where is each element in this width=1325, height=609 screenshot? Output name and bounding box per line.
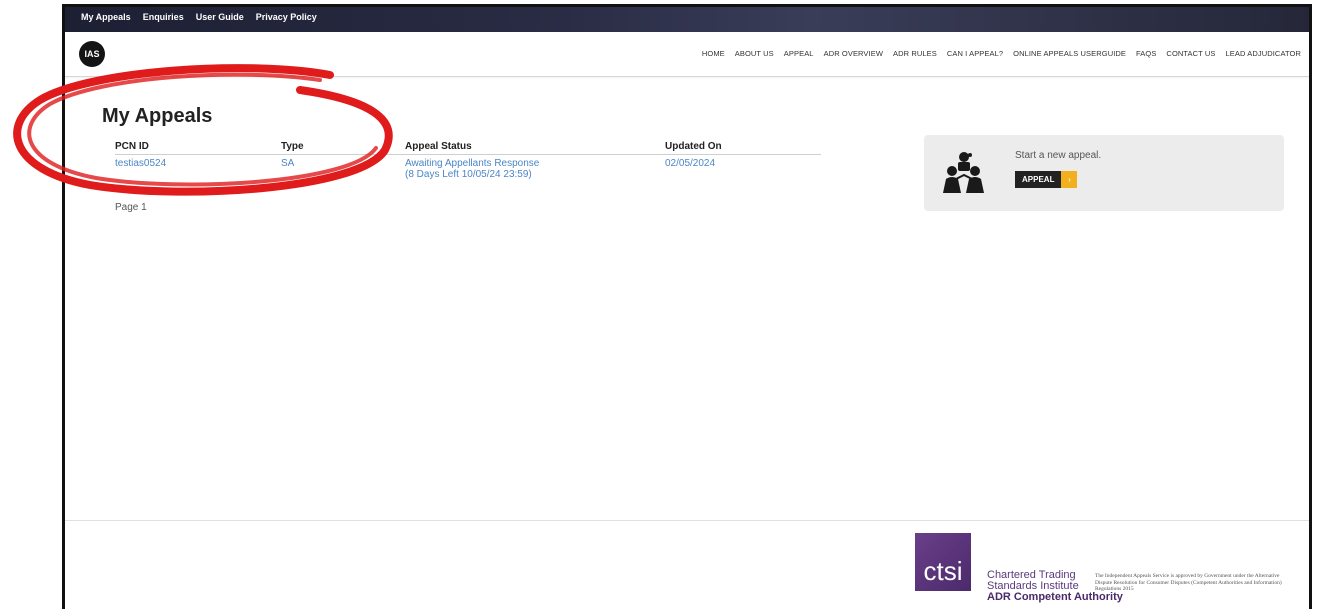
link-my-appeals[interactable]: My Appeals xyxy=(81,12,131,22)
status-deadline[interactable]: (8 Days Left 10/05/24 23:59) xyxy=(405,170,539,180)
main-nav: HOME ABOUT US APPEAL ADR OVERVIEW ADR RU… xyxy=(702,49,1301,58)
appeal-type[interactable]: SA xyxy=(281,159,294,169)
ctsi-logo: ctsi xyxy=(915,533,971,591)
header-pcn-id: PCN ID xyxy=(115,141,149,152)
updated-on-date[interactable]: 02/05/2024 xyxy=(665,159,715,169)
header-type: Type xyxy=(281,141,304,152)
people-group-icon xyxy=(943,152,984,193)
header-updated-on: Updated On xyxy=(665,141,722,152)
pagination-label: Page 1 xyxy=(115,202,147,213)
appeal-status[interactable]: Awaiting Appellants Response (8 Days Lef… xyxy=(405,159,539,180)
pcn-id-link[interactable]: testias0524 xyxy=(115,159,166,169)
page-footer: ctsi Chartered Trading Standards Institu… xyxy=(65,520,1309,609)
status-text[interactable]: Awaiting Appellants Response xyxy=(405,158,539,169)
ctsi-authority: ADR Competent Authority xyxy=(987,591,1123,603)
start-appeal-text: Start a new appeal. xyxy=(1015,150,1102,161)
nav-about-us[interactable]: ABOUT US xyxy=(735,49,774,58)
table-header: PCN ID Type Appeal Status Updated On xyxy=(115,141,821,155)
nav-contact-us[interactable]: CONTACT US xyxy=(1166,49,1215,58)
nav-appeal[interactable]: APPEAL xyxy=(784,49,814,58)
new-appeal-card: Start a new appeal. APPEAL › xyxy=(924,135,1284,211)
link-privacy-policy[interactable]: Privacy Policy xyxy=(256,12,317,22)
nav-adr-rules[interactable]: ADR RULES xyxy=(893,49,937,58)
arrow-right-icon[interactable]: › xyxy=(1061,171,1078,188)
browser-window: My Appeals Enquiries User Guide Privacy … xyxy=(62,4,1312,609)
nav-lead-adjudicator[interactable]: LEAD ADJUDICATOR xyxy=(1225,49,1301,58)
screenshot-frame: My Appeals Enquiries User Guide Privacy … xyxy=(0,0,1325,609)
link-enquiries[interactable]: Enquiries xyxy=(143,12,184,22)
nav-online-appeals-userguide[interactable]: ONLINE APPEALS USERGUIDE xyxy=(1013,49,1126,58)
appeal-button-label[interactable]: APPEAL xyxy=(1015,171,1062,188)
nav-adr-overview[interactable]: ADR OVERVIEW xyxy=(824,49,883,58)
nav-home[interactable]: HOME xyxy=(702,49,725,58)
ias-logo[interactable]: IAS xyxy=(79,41,105,67)
nav-can-i-appeal[interactable]: CAN I APPEAL? xyxy=(947,49,1003,58)
table-row[interactable]: testias0524 SA Awaiting Appellants Respo… xyxy=(115,155,821,185)
appeal-button[interactable]: APPEAL › xyxy=(1015,171,1078,188)
site-header: IAS HOME ABOUT US APPEAL ADR OVERVIEW AD… xyxy=(65,32,1309,77)
top-utility-bar: My Appeals Enquiries User Guide Privacy … xyxy=(65,7,1309,32)
nav-faqs[interactable]: FAQS xyxy=(1136,49,1156,58)
page-title: My Appeals xyxy=(102,105,213,127)
header-appeal-status: Appeal Status xyxy=(405,141,472,152)
approval-fine-print: The Independent Appeals Service is appro… xyxy=(1095,573,1282,592)
link-user-guide[interactable]: User Guide xyxy=(196,12,244,22)
utility-links: My Appeals Enquiries User Guide Privacy … xyxy=(81,12,317,22)
appeals-table: PCN ID Type Appeal Status Updated On tes… xyxy=(115,141,821,185)
